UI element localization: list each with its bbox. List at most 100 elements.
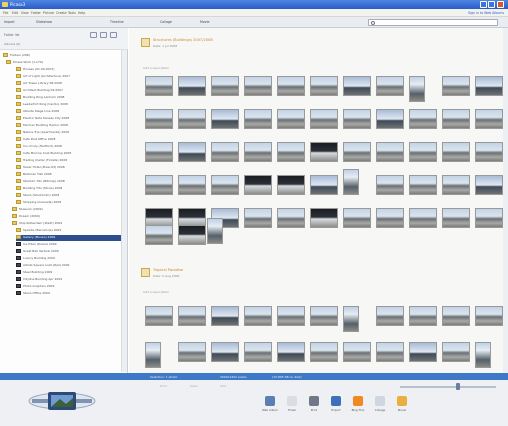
photo-thumbnail[interactable] [475,342,491,368]
photo-thumbnail[interactable] [376,208,404,228]
photo-thumbnail[interactable] [409,208,437,228]
library-scrollbar[interactable] [503,28,508,373]
sidebar-scrollbar[interactable] [121,50,127,372]
photo-thumbnail[interactable] [409,109,437,129]
photo-thumbnail[interactable] [244,208,272,228]
folder-tree-item[interactable]: Inn of Lily (Hartford) 2008 [16,144,121,150]
photo-thumbnail[interactable] [145,175,173,195]
folder-tree-item[interactable]: Ice Eden (Dubai) 2009 [16,242,121,248]
photo-thumbnail[interactable] [409,76,425,102]
photo-thumbnail[interactable] [343,76,371,96]
photo-thumbnail[interactable] [343,169,359,195]
photo-thumbnail[interactable] [409,342,437,362]
folder-tree-item[interactable]: Atlanta Stage Line 2008 [16,109,121,115]
photo-thumbnail[interactable] [277,142,305,162]
folder-tree-item[interactable]: Stopping (Granada) 2008 [16,200,121,206]
photo-thumbnail[interactable] [211,306,239,326]
photo-thumbnail[interactable] [211,76,239,96]
folder-tree-item[interactable]: Cafe Morrow Club Building 2008 [16,151,121,157]
menu-folder[interactable]: Folder [31,11,41,15]
blogger-button[interactable]: Blog This [350,396,366,420]
photo-thumbnail[interactable] [207,218,223,244]
photo-thumbnail[interactable] [277,175,305,195]
import-button[interactable]: Import [4,20,15,24]
folder-tree-item[interactable]: Ship Rotterdam (Stadt) 2009 [12,221,121,227]
photo-thumbnail[interactable] [310,76,338,96]
folder-tree-item[interactable]: Houses (01.09.2007) [16,67,121,73]
folder-tree-item[interactable]: Fairman Building Harbor 2008 [16,123,121,129]
sort-icon[interactable] [110,32,117,38]
photo-thumbnail[interactable] [343,109,371,129]
folder-tree-item[interactable]: Gallery (Museo) 2009 [16,235,121,241]
folder-tree-item[interactable]: Art Tower Library 08.2008 [16,81,121,87]
folder-tree-item[interactable]: Spainte (Barcelona) 2009 [16,228,121,234]
photo-thumbnail[interactable] [442,175,470,195]
folder-tree-item[interactable]: Leaderfort Ring (Cardio) 2008 [16,102,121,108]
folder-tree-item[interactable]: Artists Square Lodz (Rail) 2009 [16,263,121,269]
globe-button[interactable]: Web Album [262,396,278,420]
timeline-button[interactable]: Timeline [110,20,124,24]
movie-button[interactable]: Movie [200,20,209,24]
photo-thumbnail[interactable] [145,109,173,129]
menu-help[interactable]: Help [78,11,85,15]
mail-button[interactable]: Email [284,396,300,420]
add-folder-icon[interactable] [100,32,107,38]
photo-thumbnail[interactable] [442,76,470,96]
folder-tree-item[interactable]: Building Tito (Stone) 2008 [16,186,121,192]
folder-tree-item[interactable]: Cityline Building Apr 2009 [16,277,121,283]
photo-thumbnail[interactable] [442,342,470,362]
menu-file[interactable]: File [3,11,8,15]
photo-thumbnail[interactable] [277,208,305,228]
folder-tree-item[interactable]: Dream (2009) [12,214,121,220]
menu-edit[interactable]: Edit [12,11,18,15]
photo-thumbnail[interactable] [376,342,404,362]
add-button[interactable]: Add [220,384,226,388]
folder-tree-item[interactable]: Cafe Post Office 2008 [16,137,121,143]
close-button[interactable] [497,1,504,8]
group-title[interactable]: Structures (Buildings) 2007/2008 [153,38,213,42]
photo-thumbnail[interactable] [343,342,371,362]
collapse-icon[interactable] [90,32,97,38]
photo-thumbnail[interactable] [376,306,404,326]
photo-thumbnail[interactable] [145,306,173,326]
folder-tree-item[interactable]: Architect Building 06.2007 [16,88,121,94]
photo-thumbnail[interactable] [310,109,338,129]
photo-thumbnail[interactable] [178,306,206,326]
maximize-button[interactable] [488,1,495,8]
photo-thumbnail[interactable] [475,109,503,129]
group-title[interactable]: Tropical Paradise [153,268,183,272]
photo-thumbnail[interactable] [277,76,305,96]
group-description[interactable]: Add a description [143,290,169,294]
photo-thumbnail[interactable] [310,142,338,162]
photo-thumbnail[interactable] [244,76,272,96]
folder-tree-item[interactable]: Folders (298) [3,53,121,59]
slideshow-button[interactable]: Slideshow [36,20,52,24]
photo-thumbnail[interactable] [310,306,338,326]
photo-thumbnail[interactable] [211,142,239,162]
sign-in-link[interactable]: Sign in to Web Albums [468,11,504,15]
menu-view[interactable]: View [21,11,29,15]
folder-tree-item[interactable]: Art of Light (Architecture) 2007 [16,74,121,80]
photo-thumbnail[interactable] [310,208,338,228]
folder-tree-item[interactable]: Stairs Office 2009 [16,291,121,297]
movie-button[interactable]: Movie [394,396,410,420]
folder-tree-item[interactable]: Nature Trip (Apartments) 2008 [16,130,121,136]
photo-thumbnail[interactable] [277,306,305,326]
photo-thumbnail[interactable] [475,76,503,96]
photo-thumbnail[interactable] [475,142,503,162]
photo-thumbnail[interactable] [145,225,173,245]
photo-thumbnail[interactable] [145,342,161,368]
folder-tree-item[interactable]: Photo Graphics 2009 [16,284,121,290]
photo-thumbnail[interactable] [409,306,437,326]
folder-tree-item[interactable]: Electric Note Kansas City 2008 [16,116,121,122]
collage-button[interactable]: Collage [372,396,388,420]
folder-tree-item[interactable]: Tower Hotel (Prescott) 2008 [16,165,121,171]
photo-thumbnail[interactable] [442,109,470,129]
folder-tree-item[interactable]: Stairs (Stockholm) 2008 [16,193,121,199]
photo-thumbnail[interactable] [211,109,239,129]
folder-tree-item[interactable]: Steel Building 2009 [16,270,121,276]
printer-button[interactable]: Print [306,396,322,420]
photo-thumbnail[interactable] [244,142,272,162]
photo-thumbnail[interactable] [376,175,404,195]
photo-thumbnail[interactable] [244,109,272,129]
